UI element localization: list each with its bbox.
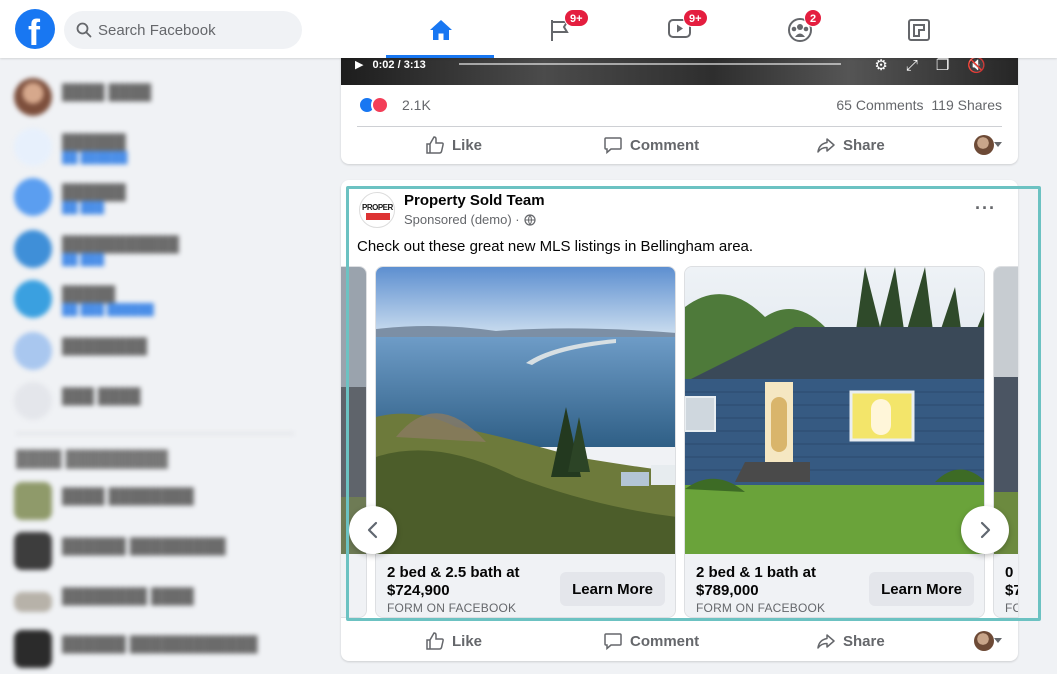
globe-icon [524,213,536,226]
video-time: 0:02 / 3:13 [372,59,426,71]
carousel-card-listing-1[interactable]: 2 bed & 2.5 bath at $724,900 FORM ON FAC… [375,266,676,618]
play-icon[interactable]: ▶ [355,59,363,71]
search-box[interactable] [64,11,302,49]
more-options-icon[interactable]: ··· [975,198,996,219]
sponsored-post-card: PROPERTY Property Sold Team Sponsored (d… [341,180,1018,661]
sidebar-item-marketplace[interactable]: ███████████ ██ ███ [14,230,314,270]
sidebar-shortcut[interactable]: ██████ ████████████ [14,630,314,670]
post-action-bar: Like Comment Share [357,623,1002,659]
share-as-avatar[interactable] [974,135,994,155]
active-tab-indicator [386,55,494,58]
love-reaction-icon [371,96,389,114]
thumbs-up-icon [426,632,444,650]
sidebar-item-memories[interactable]: ████████ [14,332,314,372]
reaction-count: 2.1K [402,97,431,113]
thumbs-up-icon [426,136,444,154]
listing-title: 0 $7 [1005,564,1018,599]
learn-more-button[interactable]: Learn More [869,572,974,606]
picture-in-picture-icon[interactable]: ❐ [936,57,967,74]
video-post-card: ▶ 0:02 / 3:13 ⚙⤢❐🔇 2.1K 65 Comments 119 … [341,40,1018,164]
nav-tab-home[interactable] [386,0,494,58]
carousel-card-next[interactable]: 0 $7 FC [993,266,1018,618]
listing-carousel[interactable]: 2 bed & 2.5 bath at $724,900 FORM ON FAC… [341,266,1018,618]
carousel-card-listing-2[interactable]: 2 bed & 1 bath at $789,000 FORM ON FACEB… [684,266,985,618]
sponsored-label: Sponsored (demo) · [404,212,536,227]
search-icon [76,22,92,38]
caret-down-icon[interactable] [994,142,1002,147]
home-icon [430,20,452,40]
comment-button[interactable]: Comment [603,623,699,659]
sidebar-item-friends[interactable]: ██████ ██ ██████ [14,128,314,168]
notification-badge: 2 [804,9,823,27]
like-button[interactable]: Like [425,623,482,659]
listing-subtitle: FORM ON FACEBOOK [387,601,517,615]
sidebar-shortcut[interactable]: ██████ █████████ [14,532,314,572]
share-arrow-icon [817,634,835,649]
expand-icon[interactable]: ⤢ [906,57,936,74]
listing-photo-waterfront [376,267,675,554]
left-sidebar: ████ ████ ██████ ██ ██████ ██████ ██ ███ █… [0,58,330,674]
caret-down-icon[interactable] [994,638,1002,643]
carousel-card-previous[interactable] [341,266,367,618]
settings-gear-icon[interactable]: ⚙ [874,57,905,74]
share-as-avatar[interactable] [974,631,994,651]
carousel-next-button[interactable] [961,506,1009,554]
share-button[interactable]: Share [816,623,885,659]
listing-photo-blue-house [685,267,984,554]
mute-speaker-icon[interactable]: 🔇 [967,57,1004,74]
top-navigation-bar: f 9+ 9+ 2 [0,0,1057,58]
sidebar-item-groups[interactable]: ██████ ██ ███ [14,178,314,218]
chevron-right-icon [980,521,991,539]
speech-bubble-icon [604,137,622,155]
speech-bubble-icon [604,633,622,651]
share-count-link[interactable]: 119 Shares [931,97,1002,113]
sidebar-item-profile[interactable]: ████ ████ [14,78,314,118]
comment-count-link[interactable]: 65 Comments [836,97,923,113]
chevron-left-icon [367,521,378,539]
learn-more-button[interactable]: Learn More [560,572,665,606]
search-input[interactable] [98,11,294,49]
nav-tab-groups[interactable]: 2 [744,0,852,58]
page-name-link[interactable]: Property Sold Team [404,192,545,209]
share-arrow-icon [817,138,835,153]
carousel-previous-button[interactable] [349,506,397,554]
listing-title: 2 bed & 2.5 bath at $724,900 [387,564,520,599]
listing-title: 2 bed & 1 bath at $789,000 [696,564,817,599]
post-text: Check out these great new MLS listings i… [357,238,754,255]
sidebar-shortcut[interactable]: ████ ████████ [14,482,314,522]
nav-tab-pages[interactable]: 9+ [506,0,614,58]
listing-subtitle: FORM ON FACEBOOK [696,601,826,615]
nav-tab-watch[interactable]: 9+ [625,0,733,58]
sidebar-item-watch[interactable]: █████ ██ ███ ██████ [14,280,314,320]
like-button[interactable]: Like [425,127,482,163]
sidebar-shortcut[interactable]: ████████ ████ [14,582,314,622]
video-progress-track[interactable] [459,63,841,65]
page-logo[interactable]: PROPERTY [359,192,395,228]
nav-tab-gaming[interactable] [864,0,972,58]
listing-subtitle: FC [1005,601,1018,615]
sidebar-item-see-more[interactable]: ███ ████ [14,382,314,422]
notification-badge: 9+ [564,9,589,27]
comment-button[interactable]: Comment [603,127,699,163]
notification-badge: 9+ [683,9,708,27]
facebook-logo-icon[interactable]: f [15,9,55,53]
post-action-bar: Like Comment Share [357,126,1002,162]
gaming-icon [908,19,930,41]
share-button[interactable]: Share [816,127,885,163]
